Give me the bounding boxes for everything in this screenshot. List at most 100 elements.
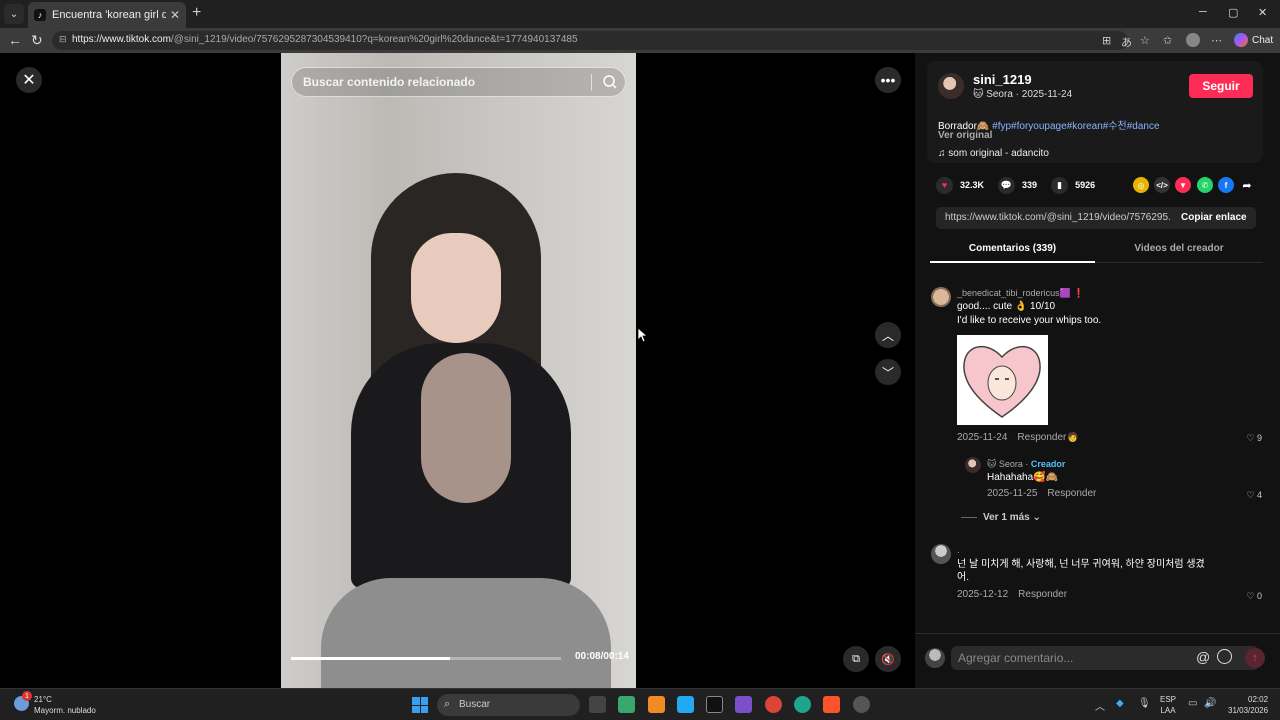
copy-link-button[interactable]: Copiar enlace <box>1181 212 1247 223</box>
favorites-icon[interactable]: ✩ <box>1163 34 1172 47</box>
browser-titlebar: ⌄ ♪ Encuentra 'korean girl dance' en T ✕… <box>0 0 1280 28</box>
split-screen-icon[interactable]: ⊞ <box>1102 34 1111 47</box>
taskbar-search-icon: ⌕ <box>444 698 451 710</box>
github-icon[interactable] <box>853 696 870 713</box>
terminal-icon[interactable] <box>706 696 723 713</box>
save-button[interactable]: ▮ 5926 <box>1051 176 1096 194</box>
start-windows-icon[interactable] <box>412 697 428 713</box>
copilot-chat-button[interactable]: Chat <box>1234 33 1273 47</box>
tab-close-icon[interactable]: ✕ <box>170 8 180 22</box>
window-close-button[interactable]: ✕ <box>1258 6 1267 19</box>
search-icon[interactable] <box>601 73 619 91</box>
orange-app-icon[interactable] <box>648 696 665 713</box>
comment-like-button[interactable]: ♡ 9 <box>1246 433 1262 444</box>
close-video-icon[interactable]: ✕ <box>16 67 42 93</box>
commenter-name[interactable]: . <box>957 545 960 555</box>
description-hashtags[interactable]: #fyp#foryoupage#korean#수천#dance <box>992 121 1159 132</box>
emoji-icon[interactable] <box>1217 649 1232 664</box>
minimize-button[interactable]: ─ <box>1199 6 1207 18</box>
weather-widget[interactable]: 1 21°C Mayorm. nublado <box>14 691 96 716</box>
previous-video-icon[interactable]: ︿ <box>875 322 901 348</box>
copilot-logo-icon <box>1234 33 1248 47</box>
video-progress-bar[interactable] <box>291 657 561 660</box>
profile-avatar-icon[interactable] <box>1186 33 1200 47</box>
send-to-friends-icon[interactable]: ▼ <box>1175 177 1191 193</box>
comment-input[interactable]: Agregar comentario... @ <box>951 646 1259 670</box>
back-arrow-icon[interactable]: ← <box>8 32 22 48</box>
tab-comments[interactable]: Comentarios (339) <box>930 243 1095 254</box>
my-avatar <box>925 648 945 668</box>
reply-button[interactable]: Responder <box>1047 488 1096 499</box>
more-menu-icon[interactable]: ⋯ <box>1211 34 1222 47</box>
chrome-icon[interactable] <box>765 696 782 713</box>
related-search-placeholder: Buscar contenido relacionado <box>303 75 476 89</box>
url-path: /@sini_1219/video/7576295287304539410?q=… <box>170 34 578 45</box>
share-arrow-icon[interactable]: ➦ <box>1239 177 1255 193</box>
commenter-avatar[interactable] <box>931 287 951 307</box>
maximize-button[interactable]: ▢ <box>1228 6 1238 19</box>
comment-like-button[interactable]: ♡ 0 <box>1246 591 1262 602</box>
address-bar[interactable]: ⊟ https://www.tiktok.com/@sini_1219/vide… <box>52 31 1128 50</box>
music-link[interactable]: ♫ som original - adancito <box>938 148 1049 159</box>
mute-icon[interactable]: 🔇 <box>875 646 901 672</box>
view-more-replies-button[interactable]: Ver 1 más ⌄ <box>961 512 1041 523</box>
like-button[interactable]: ♥ 32.3K <box>936 176 984 194</box>
edge-icon[interactable] <box>794 696 811 713</box>
embed-code-icon[interactable]: </> <box>1154 177 1170 193</box>
tray-overflow-icon[interactable]: ︿ <box>1095 698 1105 713</box>
tray-app-icon[interactable]: ◆ <box>1116 698 1124 709</box>
weather-temp: 21°C <box>34 695 52 704</box>
reply-like-button[interactable]: ♡ 4 <box>1246 490 1262 501</box>
reply-button[interactable]: Responder <box>1018 589 1067 600</box>
floating-player-icon[interactable]: ⧉ <box>843 646 869 672</box>
visual-studio-icon[interactable] <box>735 696 752 713</box>
system-clock[interactable]: 02:02 31/03/2026 <box>1228 694 1268 716</box>
related-search-input[interactable]: Buscar contenido relacionado <box>291 67 626 97</box>
translate-icon[interactable]: あ <box>1121 34 1132 50</box>
save-count: 5926 <box>1075 180 1096 190</box>
reply-button[interactable]: Responder <box>1017 432 1066 443</box>
see-original-link[interactable]: Ver original <box>938 130 992 141</box>
sticky-app-icon[interactable] <box>618 696 635 713</box>
tab-list-dropdown-icon[interactable]: ⌄ <box>4 4 24 24</box>
comment-button[interactable]: 💬 339 <box>998 176 1037 194</box>
browser-tab-active[interactable]: ♪ Encuentra 'korean girl dance' en T ✕ <box>28 2 186 28</box>
next-video-icon[interactable]: ﹀ <box>875 359 901 385</box>
comment-meta: 2025-11-24 Responder <box>957 432 1066 443</box>
whatsapp-icon[interactable]: ✆ <box>1197 177 1213 193</box>
volume-icon[interactable]: 🔊 <box>1204 698 1216 709</box>
share-link-box: https://www.tiktok.com/@sini_1219/video/… <box>936 207 1256 229</box>
task-view-icon[interactable] <box>589 696 606 713</box>
reply-author-name[interactable]: 🐱 Seora · Creador <box>987 459 1065 470</box>
favorite-star-icon[interactable]: ☆ <box>1140 34 1150 47</box>
follow-button[interactable]: Seguir <box>1189 74 1253 98</box>
reply-avatar[interactable] <box>965 457 981 473</box>
refresh-icon[interactable]: ↻ <box>31 32 43 49</box>
more-options-icon[interactable]: ••• <box>875 67 901 93</box>
vscode-icon[interactable] <box>677 696 694 713</box>
weather-condition: Mayorm. nublado <box>34 706 96 715</box>
taskbar-search[interactable]: ⌕ Buscar <box>437 694 580 716</box>
language-indicator[interactable]: ESP LAA <box>1160 694 1176 716</box>
mention-icon[interactable]: @ <box>1196 649 1210 665</box>
send-comment-icon[interactable]: ↑ <box>1245 648 1265 668</box>
author-info-card: sini_1219 🐱 Seora · 2025-11-24 Seguir Bo… <box>927 61 1263 163</box>
new-tab-button[interactable]: + <box>192 4 201 22</box>
tab-creator-videos[interactable]: Videos del creador <box>1095 243 1263 254</box>
facebook-icon[interactable]: f <box>1218 177 1234 193</box>
share-coin-icon[interactable]: ◎ <box>1133 177 1149 193</box>
view-more-label: Ver 1 más ⌄ <box>983 512 1041 523</box>
author-avatar[interactable] <box>938 73 964 99</box>
comment-date: 2025-11-24 <box>957 432 1008 443</box>
site-info-icon[interactable]: ⊟ <box>59 34 67 45</box>
commenter-avatar[interactable] <box>931 544 951 564</box>
microphone-icon[interactable]: 🎙 <box>1138 698 1151 709</box>
comment-sticker-image[interactable] <box>957 335 1048 425</box>
comment-meta: 2025-12-12 Responder <box>957 589 1067 600</box>
brave-icon[interactable] <box>823 696 840 713</box>
network-icon[interactable]: ▭ <box>1188 698 1197 709</box>
video-player[interactable]: Buscar contenido relacionado 00:08/00:14 <box>281 53 636 688</box>
commenter-name[interactable]: _benedicat_tibi_rodericus🟪 ❗ <box>957 288 1084 299</box>
author-username[interactable]: sini_1219 <box>973 72 1032 87</box>
comment-placeholder: Agregar comentario... <box>958 651 1074 665</box>
